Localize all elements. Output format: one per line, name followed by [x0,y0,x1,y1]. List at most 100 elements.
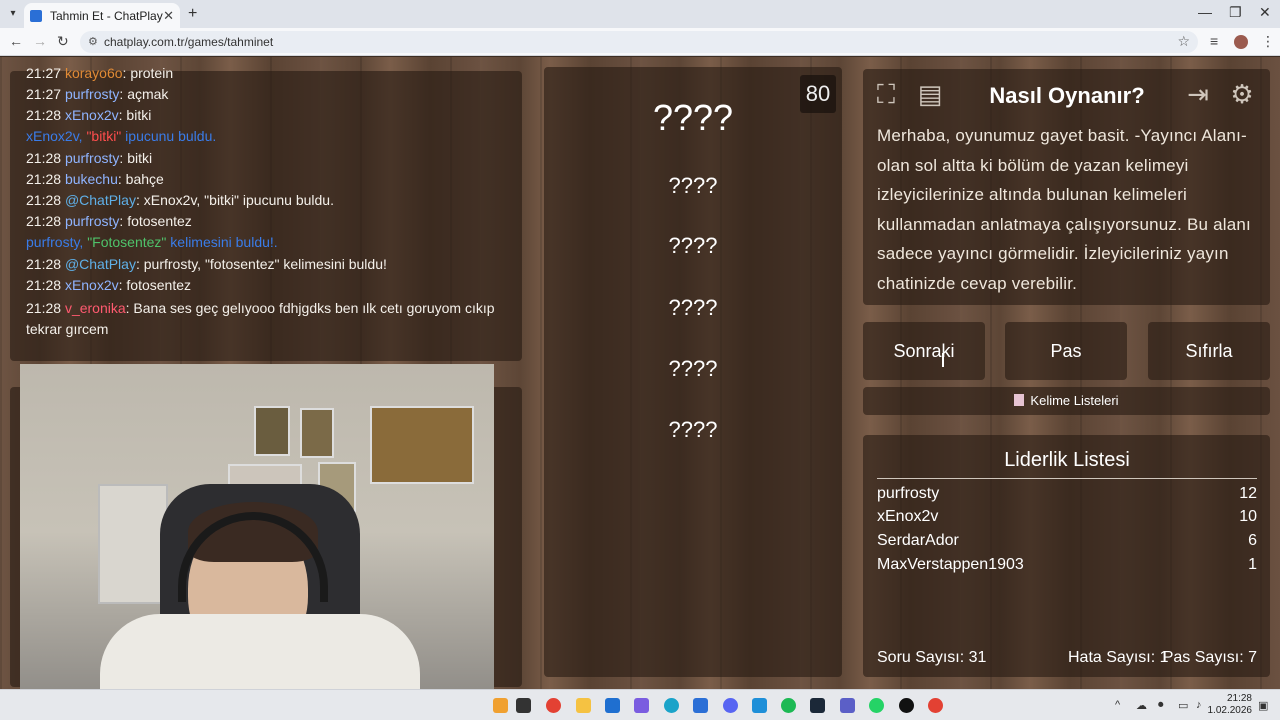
chat-text: xEnox2v, "bitki" ipucunu buldu. [143,192,334,208]
chat-time: 21:28 [26,107,62,123]
hint-word: ???? [668,233,718,258]
forward-icon[interactable]: → [33,33,47,49]
notification-icon[interactable]: ▣ [1258,699,1268,712]
system-clock[interactable]: 21:28 1.02.2026 [1208,693,1253,717]
browser-tab[interactable]: Tahmin Et - ChatPlay ✕ [24,3,180,28]
chat-username[interactable]: korayo6o [65,65,123,81]
windows-taskbar: ^ ☁ ⏺ ▭ ♪ 21:28 1.02.2026 ▣ [0,689,1280,720]
error-count: Hata Sayısı: 1 [1068,649,1169,666]
chat-message: 21:28 xEnox2v: bitki [26,107,151,123]
chat-text: bitki [127,150,153,166]
tab-search-icon[interactable]: ▾ [4,5,22,23]
chat-username[interactable]: xEnox2v [65,277,119,293]
store-icon[interactable] [605,698,620,713]
settings-gear-icon[interactable]: ⚙ [1225,77,1259,111]
volume-icon[interactable]: ♪ [1196,699,1202,711]
system-text: kelimesini buldu!. [166,234,278,250]
outlook-icon[interactable] [693,698,708,713]
url-field[interactable]: ⚙ chatplay.com.tr/games/tahminet ☆ [80,31,1198,53]
avatar[interactable] [1234,35,1248,49]
app-icon[interactable] [752,698,767,713]
chat-separator: : [135,192,144,208]
player-name: xEnox2v [877,508,939,525]
hint-word: ???? [668,356,718,381]
site-info-icon[interactable]: ⚙ [88,35,98,48]
media-icon[interactable]: ≡ [1210,33,1218,49]
fullscreen-icon[interactable]: ⛶ [869,77,903,111]
leaderboard-title: Liderlik Listesi [877,449,1257,479]
player-name: SerdarAdor [877,532,959,549]
whatsapp-icon[interactable] [869,698,884,713]
horse-drawing [98,484,168,604]
reset-button[interactable]: Sıfırla [1148,322,1270,380]
edge-icon[interactable] [664,698,679,713]
chat-message: 21:27 purfrosty: açmak [26,86,168,102]
chat-text: bahçe [125,171,164,187]
close-tab-icon[interactable]: ✕ [163,8,174,24]
hint-word: ???? [668,417,718,442]
app-icon[interactable] [899,698,914,713]
chat-username[interactable]: purfrosty [65,150,119,166]
cloud-icon[interactable]: ☁ [1136,699,1147,712]
chat-text: bitki [126,107,152,123]
new-tab-button[interactable]: + [188,5,197,23]
how-to-play-panel: ⛶ ▤ Nasıl Oynanır? ⇥ ⚙ Merhaba, oyunumuz… [863,69,1270,305]
chat-message: 21:28 bukechu: bahçe [26,171,164,187]
question-count: Soru Sayısı: 31 [877,649,987,666]
next-button[interactable]: Sonraki [863,322,985,380]
chat-username[interactable]: xEnox2v [65,107,119,123]
app-icon[interactable] [493,698,508,713]
network-icon[interactable]: ▭ [1178,699,1188,712]
chat-username[interactable]: purfrosty [65,213,119,229]
chat-username[interactable]: v_eronika [65,300,126,316]
chat-time: 21:28 [26,300,62,316]
folder-icon[interactable] [576,698,591,713]
chat-username[interactable]: @ChatPlay [65,192,136,208]
steam-icon[interactable] [810,698,825,713]
favicon-icon [30,9,42,22]
app-icon[interactable] [516,698,531,713]
menu-icon[interactable]: ⋮ [1261,33,1275,50]
system-text: xEnox2v, [26,128,87,144]
clock-date: 1.02.2026 [1207,705,1253,716]
system-text: purfrosty, [26,234,88,250]
person-shirt [100,614,420,689]
chat-time: 21:28 [26,150,62,166]
url-text[interactable]: chatplay.com.tr/games/tahminet [104,35,273,49]
restore-icon[interactable]: ❐ [1229,4,1242,21]
chat-time: 21:28 [26,277,62,293]
chat-time: 21:28 [26,192,62,208]
close-window-icon[interactable]: ✕ [1259,4,1271,21]
chat-message: 21:28 purfrosty: fotosentez [26,213,192,229]
player-score: 10 [1239,508,1257,525]
bookmark-star-icon[interactable]: ☆ [1177,33,1190,50]
player-score: 6 [1248,532,1257,549]
teams-icon[interactable] [840,698,855,713]
chat-text: açmak [127,86,169,102]
address-bar-row: ← → ↻ ⚙ chatplay.com.tr/games/tahminet ☆… [0,28,1280,56]
notes-icon[interactable]: ▤ [913,77,947,111]
chat-text: fotosentez [127,213,192,229]
highlight-word: "bitki" [86,128,122,144]
chrome-icon[interactable] [928,698,943,713]
discord-icon[interactable] [723,698,738,713]
exit-icon[interactable]: ⇥ [1181,77,1215,111]
chat-username[interactable]: bukechu [65,171,118,187]
minimize-icon[interactable]: — [1198,4,1212,20]
spotify-icon[interactable] [781,698,796,713]
chat-text: protein [130,65,174,81]
chat-text: fotosentez [126,277,192,293]
leaderboard-row: xEnox2v 10 [877,508,1257,526]
word-lists-button[interactable]: Kelime Listeleri [863,387,1270,415]
microphone-icon[interactable]: ⏺ [1158,699,1164,712]
chat-separator: : [117,171,126,187]
reload-icon[interactable]: ↻ [57,33,69,50]
chat-username[interactable]: @ChatPlay [65,256,136,272]
chat-username[interactable]: purfrosty [65,86,119,102]
tray-chevron-icon[interactable]: ^ [1115,699,1120,711]
app-icon[interactable] [634,698,649,713]
back-icon[interactable]: ← [9,33,23,49]
leaderboard-panel: Liderlik Listesi purfrosty 12 xEnox2v 10… [863,435,1270,677]
pass-button[interactable]: Pas [1005,322,1127,380]
chrome-icon[interactable] [546,698,561,713]
